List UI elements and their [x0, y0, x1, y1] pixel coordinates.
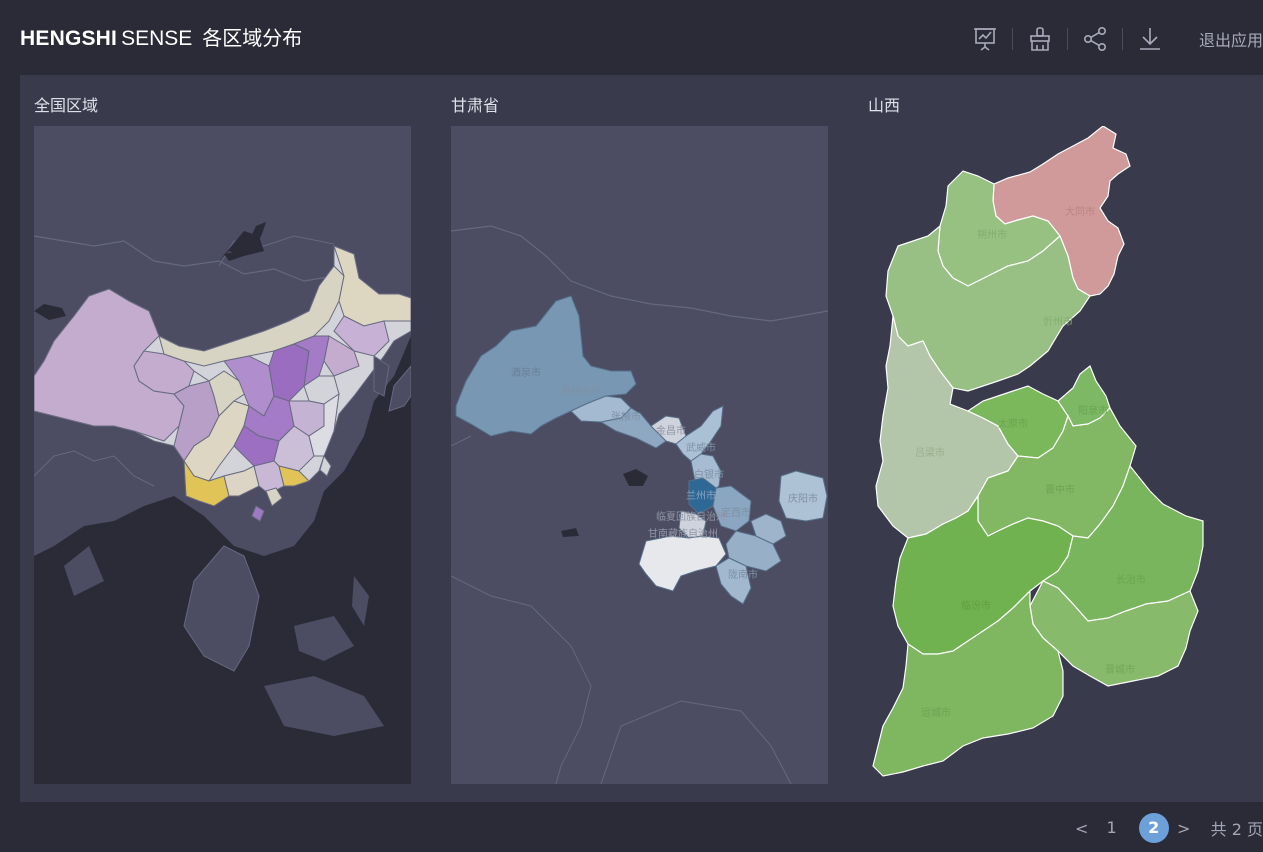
dashboard-board: 全国区域 甘肃省 酒泉市 嘉峪关市 张掖市 金昌市 武威市 白银市 兰州市 定西… — [20, 75, 1263, 802]
region-label: 长治市 — [1116, 573, 1146, 586]
brand-logo-bold: HENGSHI — [20, 27, 118, 50]
china-map[interactable] — [34, 126, 411, 784]
panel-national: 全国区域 — [20, 75, 437, 802]
region-label: 金昌市 — [656, 424, 686, 437]
panel-title: 全国区域 — [34, 96, 99, 115]
download-button[interactable] — [1135, 24, 1165, 54]
region-label: 陇南市 — [728, 568, 758, 581]
presentation-icon — [973, 28, 996, 51]
toolbar-divider — [1066, 28, 1068, 50]
brand-and-title: HENGSHI SENSE 各区域分布 — [20, 22, 302, 51]
page-total: 共 2 页 — [1210, 820, 1263, 839]
region-label: 庆阳市 — [788, 492, 818, 505]
page-title: 各区域分布 — [202, 26, 303, 50]
region-label: 白银市 — [694, 468, 724, 481]
panel-title: 甘肃省 — [451, 96, 500, 115]
clean-button[interactable] — [1025, 24, 1055, 54]
region-label: 吕梁市 — [915, 446, 945, 459]
share-button[interactable] — [1080, 24, 1110, 54]
region-label: 晋城市 — [1105, 663, 1135, 676]
toolbar-divider — [1011, 28, 1013, 50]
region-label: 酒泉市 — [511, 366, 541, 379]
panel-title: 山西 — [868, 96, 901, 115]
region-label: 太原市 — [998, 417, 1028, 430]
region-label: 临夏回族自治州 — [656, 510, 726, 523]
presentation-button[interactable] — [970, 24, 1000, 54]
region-label: 张掖市 — [611, 410, 641, 423]
panel-gansu: 甘肃省 酒泉市 嘉峪关市 张掖市 金昌市 武威市 白银市 兰州市 定西市 临夏回… — [437, 75, 854, 802]
pagination: < 1 2 > 共 2 页 — [1073, 812, 1263, 844]
exit-app-button[interactable]: 退出应用 — [1199, 27, 1263, 51]
page-2-button[interactable]: 2 — [1138, 813, 1169, 843]
region-label: 朔州市 — [977, 228, 1007, 241]
region-label: 嘉峪关市 — [561, 384, 601, 397]
header-toolbar: 退出应用 — [970, 22, 1263, 56]
shanxi-map[interactable]: 大同市 朔州市 忻州市 阳泉市 太原市 晋中市 吕梁市 长治市 临汾市 晋城市 … — [868, 126, 1263, 784]
share-icon — [1083, 26, 1106, 51]
region-label: 运城市 — [921, 706, 951, 719]
gansu-map[interactable]: 酒泉市 嘉峪关市 张掖市 金昌市 武威市 白银市 兰州市 定西市 临夏回族自治州… — [451, 126, 828, 784]
region-label: 忻州市 — [1043, 315, 1073, 328]
region-label: 武威市 — [686, 441, 716, 454]
panel-shanxi: 山西 大同市 朔州市 忻州市 阳泉市 太原市 晋中市 吕梁市 长治市 临汾市 晋… — [854, 75, 1263, 802]
download-icon — [1139, 28, 1160, 50]
brand-logo-light: SENSE — [121, 27, 193, 50]
app-header: HENGSHI SENSE 各区域分布 退出应用 — [0, 0, 1263, 75]
region-label: 阳泉市 — [1078, 404, 1108, 417]
page-1-button[interactable]: 1 — [1097, 813, 1127, 843]
next-page-button[interactable]: > — [1175, 819, 1193, 838]
region-label: 甘南藏族自治州 — [648, 527, 718, 540]
toolbar-divider — [1121, 28, 1123, 50]
brush-icon — [1030, 27, 1050, 51]
prev-page-button[interactable]: < — [1073, 819, 1091, 838]
region-label: 兰州市 — [686, 489, 716, 502]
region-label: 晋中市 — [1045, 483, 1075, 496]
region-label: 临汾市 — [961, 599, 991, 612]
region-label: 大同市 — [1065, 205, 1095, 218]
